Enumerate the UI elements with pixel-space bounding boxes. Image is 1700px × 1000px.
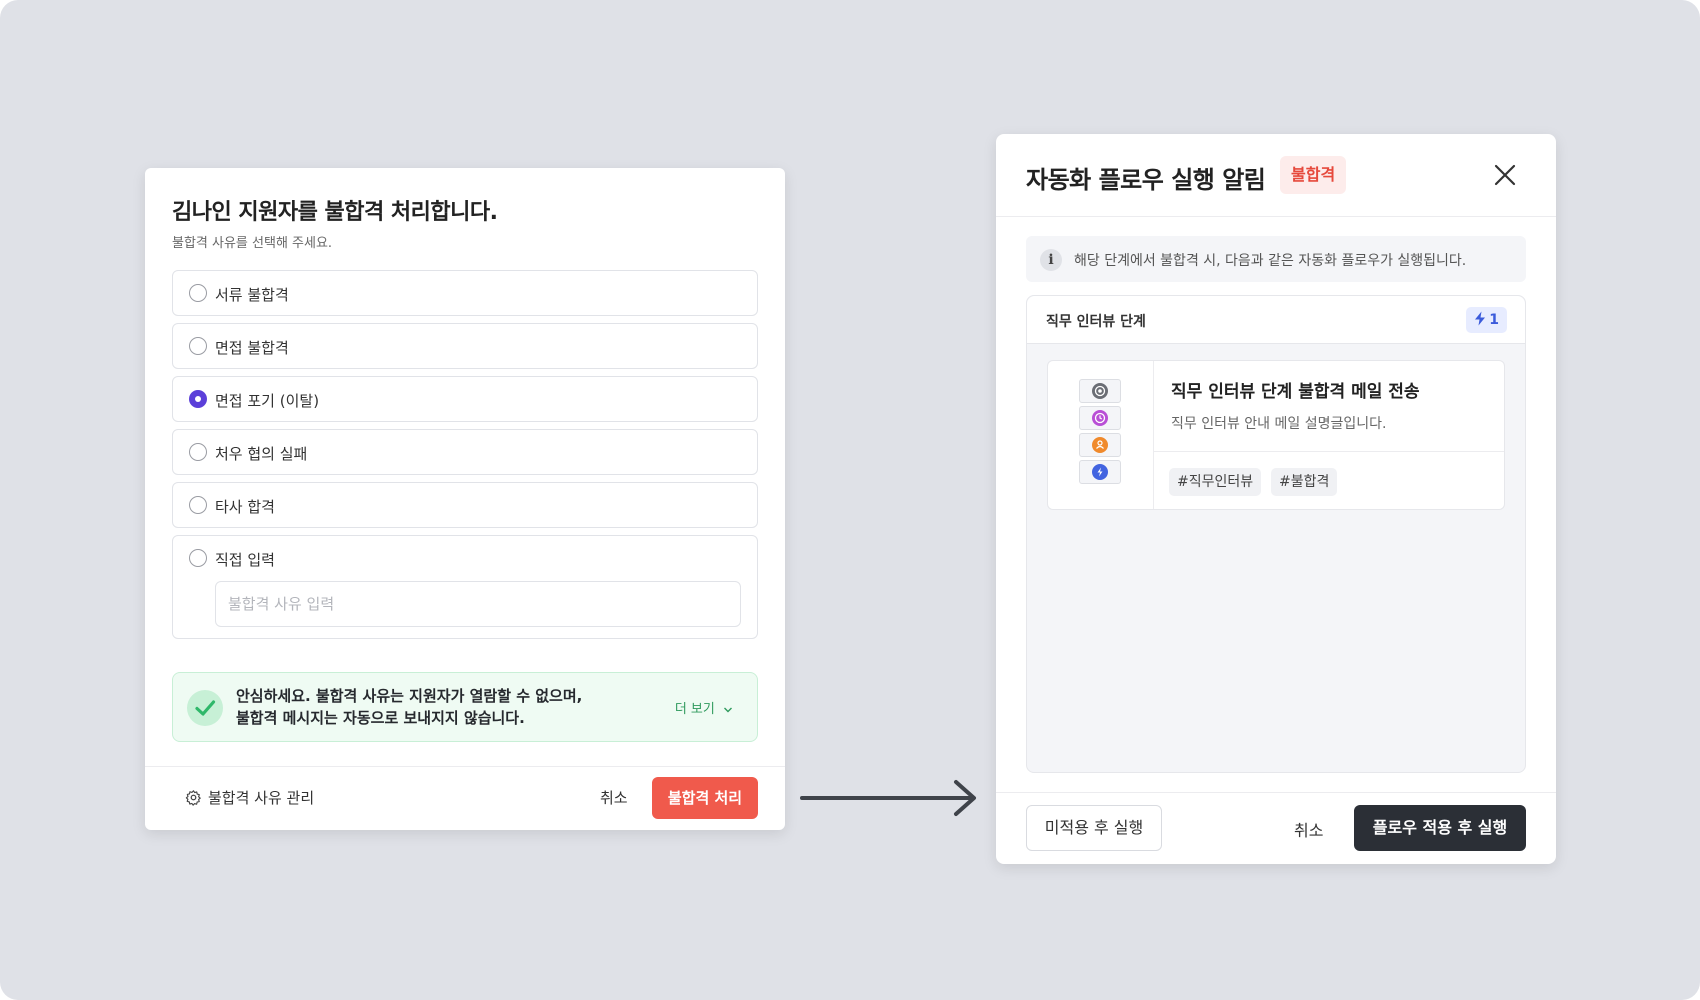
chevron-down-icon	[724, 707, 732, 712]
notice-line-1: 안심하세요. 불합격 사유는 지원자가 열람할 수 없으며,	[236, 687, 583, 705]
radio-button[interactable]	[189, 284, 207, 302]
cancel-button[interactable]: 취소	[600, 787, 628, 808]
reason-option-direct-input[interactable]: 직접 입력	[172, 535, 758, 639]
flow-count-chip: 1	[1466, 307, 1507, 333]
more-link[interactable]: 더 보기	[675, 698, 733, 717]
stage-name: 직무 인터뷰 단계	[1046, 314, 1146, 330]
info-text: 해당 단계에서 불합격 시, 다음과 같은 자동화 플로우가 실행됩니다.	[1074, 253, 1467, 269]
check-icon	[187, 690, 223, 726]
more-link-label: 더 보기	[674, 702, 715, 717]
radio-button[interactable]	[189, 337, 207, 355]
close-icon[interactable]	[1492, 162, 1518, 188]
option-label: 면접 포기 (이탈)	[215, 392, 320, 410]
manage-reasons-button[interactable]: 불합격 사유 관리	[185, 787, 314, 808]
modal-footer: 미적용 후 실행 취소 플로우 적용 후 실행	[996, 792, 1556, 864]
notice-text: 안심하세요. 불합격 사유는 지원자가 열람할 수 없으며, 불합격 메시지는 …	[236, 685, 636, 729]
tag: #불합격	[1271, 468, 1338, 496]
reason-option-offer-failed[interactable]: 처우 협의 실패	[172, 429, 758, 475]
reason-option-other-company[interactable]: 타사 합격	[172, 482, 758, 528]
stage-header: 직무 인터뷰 단계 1	[1027, 296, 1525, 344]
info-icon: i	[1040, 249, 1062, 271]
reject-submit-button[interactable]: 불합격 처리	[652, 777, 758, 819]
option-label: 타사 합격	[215, 498, 275, 516]
info-bar: i 해당 단계에서 불합격 시, 다음과 같은 자동화 플로우가 실행됩니다.	[1026, 236, 1526, 282]
flow-card[interactable]: 직무 인터뷰 단계 불합격 메일 전송 직무 인터뷰 안내 메일 설명글입니다.…	[1047, 360, 1505, 510]
flow-arrow-icon	[800, 780, 976, 816]
reject-candidate-modal: 김나인 지원자를 불합격 처리합니다. 불합격 사유를 선택해 주세요. 서류 …	[145, 168, 785, 830]
manage-reasons-label: 불합격 사유 관리	[208, 789, 315, 807]
radio-button[interactable]	[189, 549, 207, 567]
modal-title: 자동화 플로우 실행 알림	[1026, 166, 1266, 194]
reason-option-interview[interactable]: 면접 불합격	[172, 323, 758, 369]
clock-icon	[1079, 406, 1121, 430]
bolt-icon	[1079, 460, 1121, 484]
option-label: 직접 입력	[215, 551, 275, 569]
user-icon	[1079, 433, 1121, 457]
reason-option-document[interactable]: 서류 불합격	[172, 270, 758, 316]
notice-line-2: 불합격 메시지는 자동으로 보내지지 않습니다.	[236, 709, 525, 727]
run-with-flow-button[interactable]: 플로우 적용 후 실행	[1354, 805, 1526, 851]
radio-button[interactable]	[189, 496, 207, 514]
modal-footer: 불합격 사유 관리 취소 불합격 처리	[145, 766, 785, 830]
option-label: 서류 불합격	[215, 286, 289, 304]
run-without-flow-button[interactable]: 미적용 후 실행	[1026, 805, 1162, 851]
modal-subtitle: 불합격 사유를 선택해 주세요.	[172, 236, 333, 251]
flow-icon-column	[1048, 361, 1154, 509]
flow-title: 직무 인터뷰 단계 불합격 메일 전송	[1171, 382, 1420, 402]
privacy-notice: 안심하세요. 불합격 사유는 지원자가 열람할 수 없으며, 불합격 메시지는 …	[172, 672, 758, 742]
bolt-icon	[1475, 311, 1486, 326]
divider	[1154, 451, 1504, 452]
reason-text-input[interactable]	[215, 581, 741, 627]
divider	[996, 216, 1556, 217]
flow-count: 1	[1489, 312, 1499, 328]
tag: #직무인터뷰	[1169, 468, 1262, 496]
radio-button-checked[interactable]	[189, 390, 207, 408]
canvas-background: 김나인 지원자를 불합격 처리합니다. 불합격 사유를 선택해 주세요. 서류 …	[0, 0, 1700, 1000]
cancel-button[interactable]: 취소	[1294, 817, 1323, 841]
stage-panel: 직무 인터뷰 단계 1 직무 인터뷰 단계 불합격 메일 전송 직무 인터뷰 안…	[1026, 295, 1526, 773]
status-badge: 불합격	[1280, 156, 1347, 194]
modal-title: 김나인 지원자를 불합격 처리합니다.	[172, 200, 498, 225]
radio-button[interactable]	[189, 443, 207, 461]
target-icon	[1079, 379, 1121, 403]
gear-icon	[185, 790, 201, 806]
option-label: 면접 불합격	[215, 339, 289, 357]
flow-description: 직무 인터뷰 안내 메일 설명글입니다.	[1171, 416, 1387, 432]
automation-flow-modal: 자동화 플로우 실행 알림 불합격 i 해당 단계에서 불합격 시, 다음과 같…	[996, 134, 1556, 864]
reason-option-interview-withdrawn[interactable]: 면접 포기 (이탈)	[172, 376, 758, 422]
option-label: 처우 협의 실패	[215, 445, 308, 463]
